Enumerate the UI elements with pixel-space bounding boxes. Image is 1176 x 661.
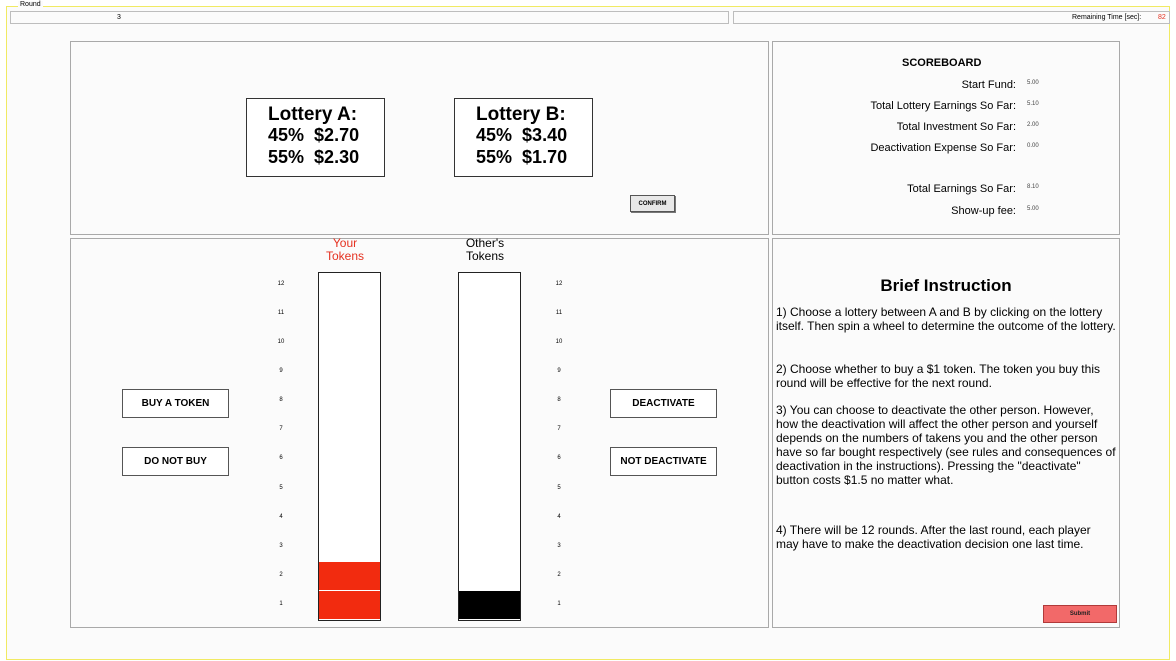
scoreboard-title: SCOREBOARD — [902, 57, 982, 69]
tick-label: 6 — [279, 455, 283, 462]
total-earnings-value: 8.10 — [1027, 184, 1039, 190]
deactivate-button[interactable]: DEACTIVATE — [610, 389, 717, 418]
tick-label: 4 — [279, 513, 283, 520]
total-earnings-label: Total Earnings So Far: — [907, 183, 1016, 195]
tick-label: 11 — [555, 309, 563, 316]
deactivation-expense-label: Deactivation Expense So Far: — [870, 142, 1016, 154]
start-fund-value: 5.00 — [1027, 80, 1039, 86]
confirm-button[interactable]: CONFIRM — [630, 195, 675, 212]
tick-label: 8 — [557, 397, 561, 404]
lottery-earnings-value: 5.10 — [1027, 101, 1039, 107]
tick-label: 11 — [277, 309, 285, 316]
lottery-a-title: Lottery A: — [268, 104, 358, 125]
tick-label: 5 — [279, 484, 283, 491]
remaining-time-label: Remaining Time [sec]: — [1072, 14, 1142, 21]
round-value: 3 — [117, 14, 121, 21]
others-tokens-bar — [458, 272, 521, 621]
lottery-b-row-1: 45% $3.40 — [476, 125, 568, 145]
tick-label: 10 — [277, 339, 285, 345]
tick-label: 7 — [279, 426, 283, 433]
lottery-a-card[interactable]: Lottery A: 45% $2.70 55% $2.30 — [246, 98, 385, 177]
not-deactivate-button[interactable]: NOT DEACTIVATE — [610, 447, 717, 476]
lottery-b-card[interactable]: Lottery B: 45% $3.40 55% $1.70 — [454, 98, 593, 177]
tick-label: 1 — [279, 600, 283, 607]
tick-label: 1 — [557, 600, 561, 607]
tick-label: 6 — [557, 455, 561, 462]
your-token-2 — [319, 561, 380, 590]
tick-label: 9 — [279, 368, 283, 375]
your-tokens-bar — [318, 272, 381, 621]
tick-label: 3 — [557, 542, 561, 549]
tick-label: 12 — [555, 280, 563, 287]
deactivation-expense-value: 0.00 — [1027, 143, 1039, 149]
round-label: Round — [18, 1, 43, 8]
show-up-fee-label: Show-up fee: — [951, 205, 1016, 217]
tick-label: 7 — [557, 426, 561, 433]
lottery-b-row-2: 55% $1.70 — [476, 147, 568, 167]
other-token-1 — [459, 591, 520, 619]
lottery-a-row-2: 55% $2.30 — [268, 147, 360, 167]
instruction-3: 3) You can choose to deactivate the othe… — [776, 403, 1116, 487]
instruction-4: 4) There will be 12 rounds. After the la… — [776, 523, 1091, 551]
do-not-buy-button[interactable]: DO NOT BUY — [122, 447, 229, 476]
tick-label: 12 — [277, 280, 285, 287]
tick-label: 2 — [557, 571, 561, 578]
tick-label: 10 — [555, 339, 563, 345]
your-token-1 — [319, 591, 380, 619]
instruction-1: 1) Choose a lottery between A and B by c… — [776, 305, 1116, 333]
tick-label: 2 — [279, 571, 283, 578]
lottery-a-row-1: 45% $2.70 — [268, 125, 360, 145]
your-tokens-label: Your Tokens — [325, 236, 365, 263]
show-up-fee-value: 5.00 — [1027, 206, 1039, 212]
tick-label: 8 — [279, 397, 283, 404]
tick-label: 9 — [557, 368, 561, 375]
tick-label: 3 — [279, 542, 283, 549]
start-fund-label: Start Fund: — [961, 79, 1016, 91]
remaining-time-value: 82 — [1158, 14, 1166, 21]
submit-button[interactable]: Submit — [1043, 605, 1117, 623]
instruction-2: 2) Choose whether to buy a $1 token. The… — [776, 362, 1100, 390]
lottery-earnings-label: Total Lottery Earnings So Far: — [870, 100, 1016, 112]
total-investment-value: 2.00 — [1027, 122, 1039, 128]
instructions-title: Brief Instruction — [880, 276, 1012, 295]
tokens-panel — [70, 238, 769, 628]
tick-label: 5 — [557, 484, 561, 491]
buy-token-button[interactable]: BUY A TOKEN — [122, 389, 229, 418]
total-investment-label: Total Investment So Far: — [896, 121, 1016, 133]
others-tokens-label: Other's Tokens — [465, 236, 505, 263]
tick-label: 4 — [557, 513, 561, 520]
lottery-b-title: Lottery B: — [476, 104, 566, 125]
